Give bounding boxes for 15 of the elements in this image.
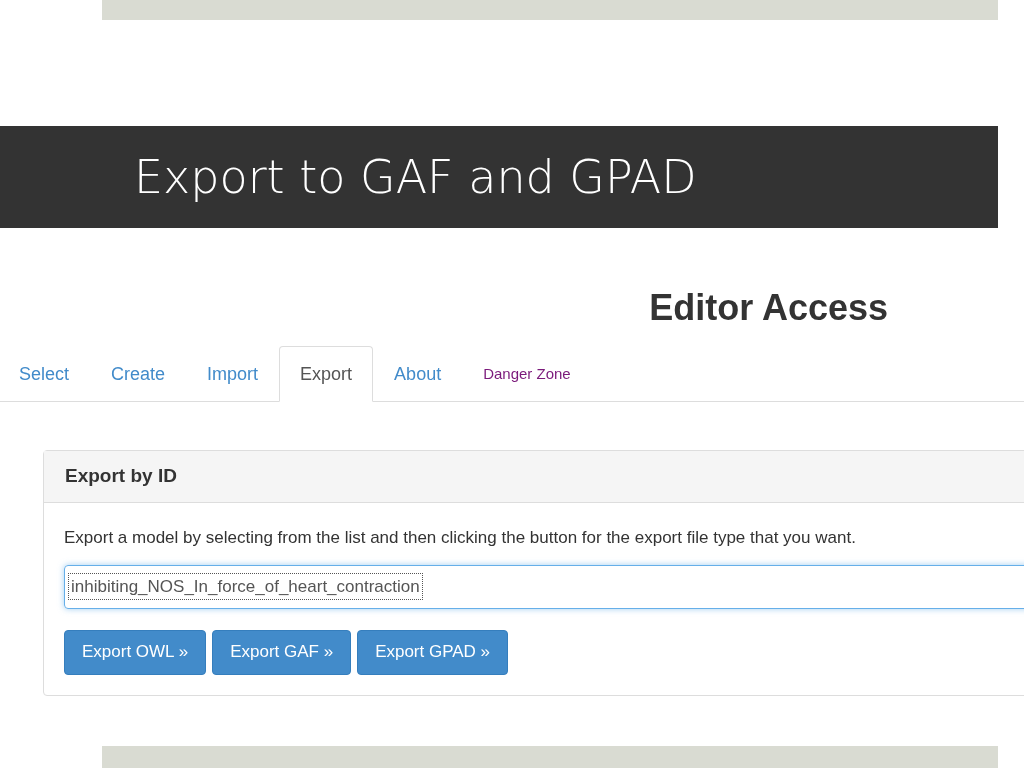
export-button[interactable]: Export GAF » — [212, 629, 352, 675]
export-button[interactable]: Export GPAD » — [357, 629, 509, 675]
page-heading: Editor Access — [649, 290, 888, 326]
panel-title: Export by ID — [65, 464, 177, 489]
tab[interactable]: Create — [90, 346, 187, 402]
tab[interactable]: Danger Zone — [462, 346, 592, 402]
tab[interactable]: Import — [186, 346, 280, 402]
tab[interactable]: Export — [279, 346, 374, 402]
description: Export a model by selecting from the list and then clicking the button for the export file type that you want. — [64, 527, 857, 549]
select-value: inhibiting_NOS_In_force_of_heart_contraction — [68, 572, 423, 601]
slide-title: Export to GAF and GPAD — [134, 148, 697, 206]
export-button[interactable]: Export OWL » — [64, 629, 207, 675]
tab[interactable]: Select — [0, 346, 91, 402]
model-select[interactable]: inhibiting_NOS_In_force_of_heart_contraction — [64, 564, 1024, 609]
tab[interactable]: About — [373, 346, 463, 402]
